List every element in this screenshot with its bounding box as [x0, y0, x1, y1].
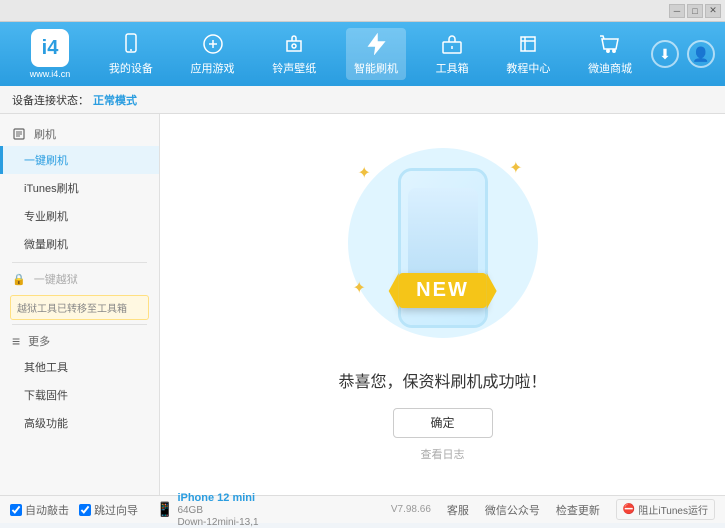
top-nav: i4 www.i4.cn 我的设备 应用游戏	[0, 22, 725, 86]
pro-flash-label: 专业刷机	[24, 211, 68, 223]
jailbreak-notice: 越狱工具已转移至工具箱	[10, 295, 149, 320]
nav-tutorial[interactable]: 教程中心	[498, 28, 558, 80]
logo-icon: i4	[31, 29, 69, 67]
nav-smart-flash-label: 智能刷机	[354, 60, 398, 76]
nav-ringtone[interactable]: 铃声壁纸	[264, 28, 324, 80]
nav-toolbox-label: 工具箱	[436, 60, 469, 76]
itunes-notice-label: 阻止iTunes运行	[638, 502, 708, 517]
confirm-button[interactable]: 确定	[393, 408, 493, 438]
customer-service-link[interactable]: 客服	[447, 502, 469, 518]
auto-dismiss-input[interactable]	[10, 504, 22, 516]
jailbreak-notice-text: 越狱工具已转移至工具箱	[17, 304, 127, 315]
sidebar-divider-2	[12, 324, 147, 325]
sidebar-section-flash[interactable]: 刷机	[0, 122, 159, 146]
device-icon: 📱	[156, 501, 173, 518]
main-layout: 刷机 一键刷机 iTunes刷机 专业刷机 微量刷机 🔒 一键越狱 越狱工具已转…	[0, 114, 725, 495]
more-section-label: 更多	[28, 333, 50, 349]
flash-section-label: 刷机	[34, 126, 56, 142]
sidebar-advanced[interactable]: 高级功能	[0, 409, 159, 437]
nav-my-device-label: 我的设备	[109, 60, 153, 76]
close-btn[interactable]: ✕	[705, 4, 721, 18]
skip-wizard-input[interactable]	[79, 504, 91, 516]
nav-app-games-label: 应用游戏	[191, 60, 235, 76]
tutorial-icon	[516, 32, 540, 56]
logo-url: www.i4.cn	[30, 69, 71, 79]
wechat-official-link[interactable]: 微信公众号	[485, 502, 540, 518]
one-click-flash-label: 一键刷机	[24, 155, 68, 167]
hero-illustration: ✦ ✦ ✦ NEW	[343, 148, 543, 348]
check-update-link[interactable]: 检查更新	[556, 502, 600, 518]
my-device-icon	[119, 32, 143, 56]
device-firmware: Down-12mini-13,1	[177, 517, 258, 528]
jailbreak-icon: 🔒	[12, 273, 26, 286]
more-section-icon: ≡	[12, 333, 20, 349]
device-info: iPhone 12 mini 64GB Down-12mini-13,1	[177, 492, 258, 528]
micro-flash-label: 微量刷机	[24, 239, 68, 251]
auto-dismiss-label: 自动敲击	[25, 502, 69, 518]
success-message: 恭喜您，保资料刷机成功啦！	[338, 368, 546, 392]
advanced-label: 高级功能	[24, 418, 68, 430]
bottom-bar: 自动敲击 跳过向导 📱 iPhone 12 mini 64GB Down-12m…	[0, 495, 725, 523]
jailbreak-label: 一键越狱	[34, 271, 78, 287]
smart-flash-icon	[364, 32, 388, 56]
sidebar-section-jailbreak[interactable]: 🔒 一键越狱	[0, 267, 159, 291]
nav-toolbox[interactable]: 工具箱	[428, 28, 477, 80]
nav-ringtone-label: 铃声壁纸	[272, 60, 316, 76]
nav-my-device[interactable]: 我的设备	[101, 28, 161, 80]
user-btn[interactable]: 👤	[687, 40, 715, 68]
status-bar: 设备连接状态： 正常模式	[0, 86, 725, 114]
itunes-notice[interactable]: ⛔ 阻止iTunes运行	[616, 499, 715, 520]
nav-tutorial-label: 教程中心	[506, 60, 550, 76]
skip-wizard-checkbox[interactable]: 跳过向导	[79, 502, 138, 518]
sidebar-divider-1	[12, 262, 147, 263]
sparkle-3: ✦	[353, 278, 366, 298]
sidebar-pro-flash[interactable]: 专业刷机	[0, 202, 159, 230]
nav-weidian-label: 微迪商城	[588, 60, 632, 76]
ringtone-icon	[282, 32, 306, 56]
nav-smart-flash[interactable]: 智能刷机	[346, 28, 406, 80]
version-info: V7.98.66	[391, 504, 431, 515]
nav-weidian[interactable]: 微迪商城	[580, 28, 640, 80]
content-area: ✦ ✦ ✦ NEW 恭喜您，保资料刷机成功啦！ 确定 查看日志	[160, 114, 725, 495]
logo[interactable]: i4 www.i4.cn	[10, 29, 90, 79]
app-games-icon	[201, 32, 225, 56]
other-tools-label: 其他工具	[24, 362, 68, 374]
download-firmware-label: 下载固件	[24, 390, 68, 402]
status-label: 设备连接状态：	[12, 92, 89, 108]
minimize-btn[interactable]: ─	[669, 4, 685, 18]
download-btn[interactable]: ⬇	[651, 40, 679, 68]
sparkle-1: ✦	[358, 163, 371, 183]
sidebar-one-click-flash[interactable]: 一键刷机	[0, 146, 159, 174]
sidebar-section-more[interactable]: ≡ 更多	[0, 329, 159, 353]
view-log-link[interactable]: 查看日志	[421, 446, 465, 462]
device-storage: 64GB	[177, 505, 258, 516]
sidebar-itunes-flash[interactable]: iTunes刷机	[0, 174, 159, 202]
nav-right: ⬇ 👤	[651, 40, 715, 68]
bottom-left: 自动敲击 跳过向导 📱 iPhone 12 mini 64GB Down-12m…	[10, 492, 391, 528]
status-value: 正常模式	[93, 92, 137, 108]
flash-section-icon	[12, 127, 26, 141]
bottom-right: V7.98.66 客服 微信公众号 检查更新 ⛔ 阻止iTunes运行	[391, 499, 715, 520]
sidebar-download-firmware[interactable]: 下载固件	[0, 381, 159, 409]
sidebar-other-tools[interactable]: 其他工具	[0, 353, 159, 381]
weidian-icon	[598, 32, 622, 56]
title-bar: ─ □ ✕	[0, 0, 725, 22]
nav-app-games[interactable]: 应用游戏	[183, 28, 243, 80]
sidebar-micro-flash[interactable]: 微量刷机	[0, 230, 159, 258]
sparkle-2: ✦	[509, 158, 522, 178]
window-controls: ─ □ ✕	[669, 4, 721, 18]
sidebar: 刷机 一键刷机 iTunes刷机 专业刷机 微量刷机 🔒 一键越狱 越狱工具已转…	[0, 114, 160, 495]
skip-wizard-label: 跳过向导	[94, 502, 138, 518]
itunes-notice-icon: ⛔	[623, 504, 635, 515]
itunes-flash-label: iTunes刷机	[24, 183, 79, 195]
maximize-btn[interactable]: □	[687, 4, 703, 18]
auto-dismiss-checkbox[interactable]: 自动敲击	[10, 502, 69, 518]
device-name: iPhone 12 mini	[177, 492, 258, 504]
toolbox-icon	[440, 32, 464, 56]
nav-items: 我的设备 应用游戏 铃声壁纸	[90, 28, 651, 80]
new-badge: NEW	[398, 273, 487, 308]
